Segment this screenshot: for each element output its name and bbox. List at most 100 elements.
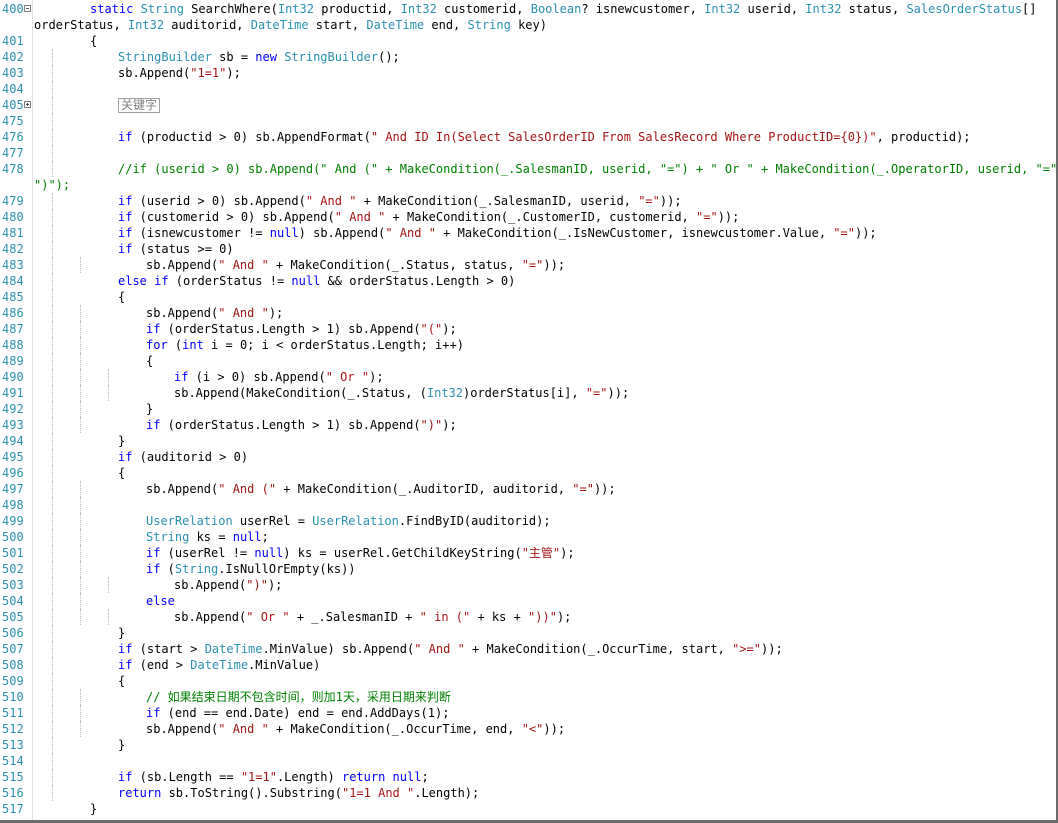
collapse-region-icon[interactable]: [24, 5, 31, 12]
code-line[interactable]: 509 {: [0, 673, 1056, 689]
code-line[interactable]: 514: [0, 753, 1056, 769]
code-line[interactable]: 401 {: [0, 33, 1056, 49]
keyword-token: if: [174, 370, 189, 384]
keyword-token: return: [118, 786, 162, 800]
code-line[interactable]: 402 StringBuilder sb = new StringBuilder(…: [0, 49, 1056, 65]
line-code: ")");: [34, 177, 70, 193]
plain-token: );: [267, 578, 283, 592]
code-line[interactable]: 511 if (end == end.Date) end = end.AddDay…: [0, 705, 1056, 721]
code-line[interactable]: 475: [0, 113, 1056, 129]
line-code: if (customerid > 0) sb.Append(" And " + …: [118, 209, 739, 225]
indent-guide: [52, 593, 53, 609]
plain-token: (status >= 0): [132, 242, 234, 256]
line-code: sb.Append(" Or " + _.SalesmanID + " in (…: [174, 609, 571, 625]
code-line[interactable]: 479 if (userid > 0) sb.Append(" And " + M…: [0, 193, 1056, 209]
plain-token: }: [118, 434, 126, 448]
line-code: else: [146, 593, 175, 609]
code-line[interactable]: 502 if (String.IsNullOrEmpty(ks)): [0, 561, 1056, 577]
code-line[interactable]: 500 String ks = null;: [0, 529, 1056, 545]
plain-token: .IsNullOrEmpty(ks)): [218, 562, 356, 576]
code-line[interactable]: 516 return sb.ToString().Substring("1=1 A…: [0, 785, 1056, 801]
code-line[interactable]: 497 sb.Append(" And (" + MakeCondition(_.…: [0, 481, 1056, 497]
line-number: 510: [2, 690, 24, 704]
code-line[interactable]: 508 if (end > DateTime.MinValue): [0, 657, 1056, 673]
line-code: {: [118, 673, 125, 689]
code-line[interactable]: 489 {: [0, 353, 1056, 369]
code-line[interactable]: 476 if (productid > 0) sb.AppendFormat(" …: [0, 129, 1056, 145]
code-line[interactable]: 494}: [0, 433, 1056, 449]
code-line[interactable]: 507 if (start > DateTime.MinValue) sb.App…: [0, 641, 1056, 657]
code-line[interactable]: 493 if (orderStatus.Length > 1) sb.Append…: [0, 417, 1056, 433]
code-line[interactable]: 505 sb.Append(" Or " + _.SalesmanID + " i…: [0, 609, 1056, 625]
string-token: ">=": [732, 642, 762, 656]
plain-token: .Length);: [414, 786, 480, 800]
line-code: sb.Append(" And " + MakeCondition(_.Stat…: [146, 257, 565, 273]
code-line[interactable]: 504 else: [0, 593, 1056, 609]
expand-region-icon[interactable]: [24, 101, 31, 108]
type-token: String: [174, 562, 219, 576]
line-number: 499: [2, 514, 24, 528]
code-line[interactable]: 495 if (auditorid > 0): [0, 449, 1056, 465]
code-line[interactable]: 485 {: [0, 289, 1056, 305]
code-line[interactable]: 481 if (isnewcustomer != null) sb.Append(…: [0, 225, 1056, 241]
code-line[interactable]: 404: [0, 81, 1056, 97]
plain-token: {: [118, 466, 126, 480]
plain-token: .Length): [276, 770, 342, 784]
indent-guide: [80, 369, 81, 385]
plain-token: (: [160, 562, 175, 576]
string-token: "1=1 And ": [341, 786, 415, 800]
code-line[interactable]: 480 if (customerid > 0) sb.Append(" And "…: [0, 209, 1056, 225]
keyword-token: if: [118, 770, 133, 784]
code-line[interactable]: 486 sb.Append(" And ");: [0, 305, 1056, 321]
plain-token: end,: [424, 18, 468, 32]
code-line[interactable]: 403 sb.Append("1=1");: [0, 65, 1056, 81]
code-line[interactable]: 498: [0, 497, 1056, 513]
plain-token: + MakeCondition(_.AuditorID, auditorid,: [276, 482, 573, 496]
line-number: 487: [2, 322, 24, 336]
code-line[interactable]: 515 if (sb.Length == "1=1".Length) return…: [0, 769, 1056, 785]
code-line[interactable]: 491 sb.Append(MakeCondition(_.Status, (In…: [0, 385, 1056, 401]
indent-guide: [52, 609, 53, 625]
code-line[interactable]: 512 sb.Append(" And " + MakeCondition(_.O…: [0, 721, 1056, 737]
line-number: 511: [2, 706, 24, 720]
indent-guide: [52, 273, 53, 289]
code-line[interactable]: 483 sb.Append(" And " + MakeCondition(_.S…: [0, 257, 1056, 273]
plain-token: productid,: [313, 2, 401, 16]
code-line[interactable]: 484 else if (orderStatus != null && order…: [0, 273, 1056, 289]
code-line[interactable]: ")");: [0, 177, 1056, 193]
code-line[interactable]: 496 {: [0, 465, 1056, 481]
code-line[interactable]: 506}: [0, 625, 1056, 641]
plain-token: ));: [854, 226, 877, 240]
indent-guide: [80, 321, 81, 337]
code-line[interactable]: 482 if (status >= 0): [0, 241, 1056, 257]
code-line[interactable]: 400 static String SearchWhere(Int32 produ…: [0, 1, 1056, 17]
code-line[interactable]: 501 if (userRel != null) ks = userRel.Get…: [0, 545, 1056, 561]
code-line[interactable]: orderStatus, Int32 auditorid, DateTime s…: [0, 17, 1056, 33]
code-line[interactable]: 513}: [0, 737, 1056, 753]
indent-guide: [52, 49, 53, 65]
code-line[interactable]: 478 //if (userid > 0) sb.Append(" And (" …: [0, 161, 1058, 177]
code-line[interactable]: 503 sb.Append(")");: [0, 577, 1056, 593]
indent-guide: [52, 577, 53, 593]
line-code: {: [118, 289, 125, 305]
code-line[interactable]: 477: [0, 145, 1056, 161]
type-token: DateTime: [366, 18, 425, 32]
code-line[interactable]: 492}: [0, 401, 1056, 417]
code-line[interactable]: 488 for (int i = 0; i < orderStatus.Lengt…: [0, 337, 1056, 353]
code-line[interactable]: 510 // 如果结束日期不包含时间，则加1天，采用日期来判断: [0, 689, 1056, 705]
line-code: sb.Append(" And ");: [146, 305, 283, 321]
collapsed-region-label[interactable]: 关键字: [118, 98, 161, 113]
code-line[interactable]: 517}: [0, 801, 1056, 817]
code-editor[interactable]: 400 static String SearchWhere(Int32 produ…: [0, 0, 1058, 823]
code-line[interactable]: 490 if (i > 0) sb.Append(" Or ");: [0, 369, 1056, 385]
code-line[interactable]: 499 UserRelation userRel = UserRelation.F…: [0, 513, 1056, 529]
plain-token: ));: [593, 482, 616, 496]
line-code: static String SearchWhere(Int32 producti…: [90, 1, 1037, 17]
code-line[interactable]: 487 if (orderStatus.Length > 1) sb.Append…: [0, 321, 1056, 337]
string-token: "=": [833, 226, 855, 240]
plain-token: userRel =: [232, 514, 313, 528]
code-line[interactable]: 405 关键字: [0, 97, 1056, 113]
line-code: if (isnewcustomer != null) sb.Append(" A…: [118, 225, 877, 241]
line-code: else if (orderStatus != null && orderSta…: [118, 273, 515, 289]
string-token: ")": [420, 418, 443, 432]
